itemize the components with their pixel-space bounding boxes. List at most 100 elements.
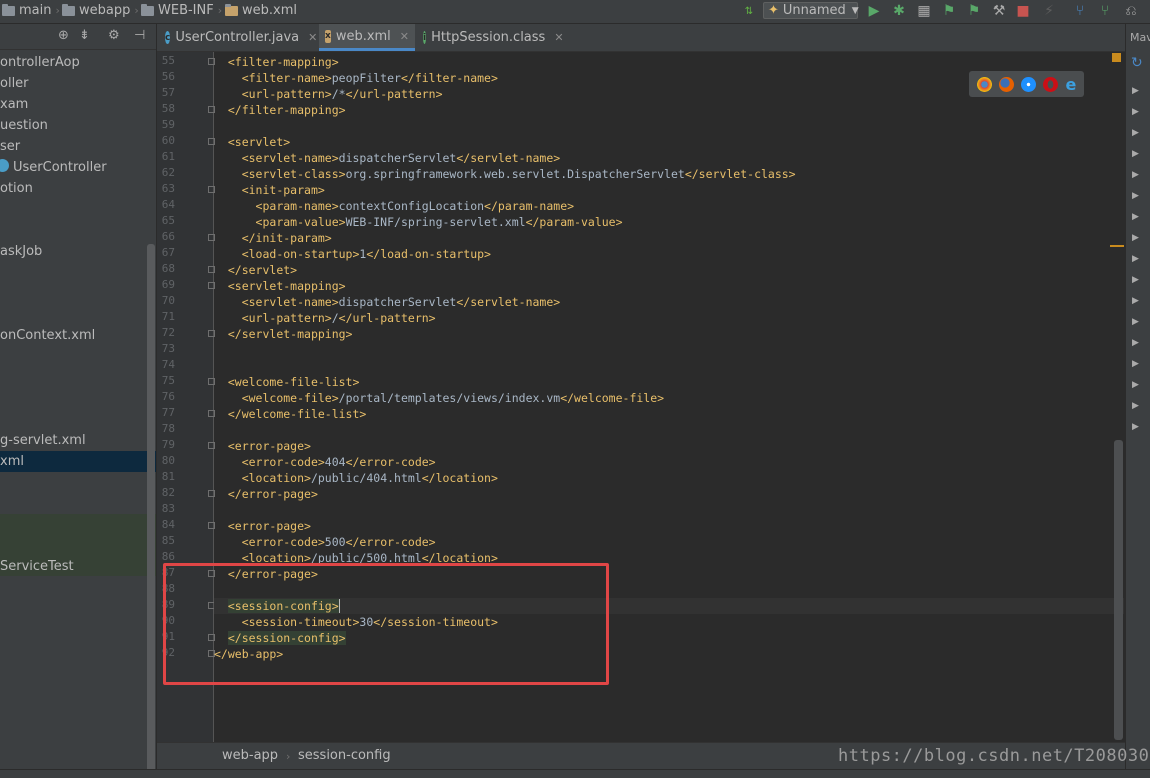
close-icon[interactable]: ✕ bbox=[554, 31, 563, 44]
xml-tag: </servlet> bbox=[227, 263, 298, 277]
opera-icon[interactable] bbox=[1043, 76, 1059, 92]
project-tree-item[interactable]: ontrollerAop bbox=[0, 52, 156, 73]
run-configuration-select[interactable]: ✦ Unnamed ▼ bbox=[763, 2, 859, 19]
code-line: <servlet-name>dispatcherServlet</servlet… bbox=[214, 294, 561, 310]
nav-crumb-webapp[interactable]: webapp › bbox=[62, 3, 139, 18]
warning-marker[interactable] bbox=[1110, 245, 1124, 247]
nav-crumb-main[interactable]: main › bbox=[2, 3, 60, 18]
gear-icon[interactable]: ⚙ bbox=[108, 28, 120, 43]
debug-icon[interactable]: ✱ bbox=[890, 2, 908, 20]
project-tree-item[interactable] bbox=[0, 409, 156, 430]
xml-closing-tag: </servlet-name> bbox=[456, 295, 561, 309]
xml-tag: </init-param> bbox=[241, 231, 332, 245]
expand-arrow-icon[interactable]: ▶ bbox=[1132, 275, 1139, 285]
project-tree-item[interactable]: oller bbox=[0, 73, 156, 94]
tab-httpsession-class[interactable]: i HttpSession.class ✕ bbox=[417, 24, 565, 51]
expand-arrow-icon[interactable]: ▶ bbox=[1132, 212, 1139, 222]
project-tree-item-selected[interactable]: xml bbox=[0, 451, 156, 472]
code-line: </filter-mapping> bbox=[214, 102, 346, 118]
xml-text: /* bbox=[331, 87, 346, 101]
line-number: 75 bbox=[161, 374, 175, 387]
history-icon[interactable]: ⎌ bbox=[1122, 2, 1140, 20]
line-number: 76 bbox=[161, 390, 175, 403]
jrebel-run-icon[interactable]: ⚑ bbox=[965, 2, 983, 20]
line-number: 63 bbox=[161, 182, 175, 195]
xml-text: 500 bbox=[324, 535, 346, 549]
xml-tag: <servlet> bbox=[227, 135, 291, 149]
vcs-update-icon[interactable]: ⑂ bbox=[1071, 2, 1089, 20]
hide-panel-icon[interactable]: ⊣ bbox=[134, 28, 145, 43]
code-line: <url-pattern>/*</url-pattern> bbox=[214, 86, 443, 102]
expand-arrow-icon[interactable]: ▶ bbox=[1132, 107, 1139, 117]
line-number: 58 bbox=[161, 102, 175, 115]
expand-arrow-icon[interactable]: ▶ bbox=[1132, 149, 1139, 159]
line-number: 73 bbox=[161, 342, 175, 355]
line-number: 62 bbox=[161, 166, 175, 179]
breadcrumb-web-app[interactable]: web-app bbox=[222, 748, 278, 763]
project-tree-item[interactable]: ser bbox=[0, 136, 156, 157]
refresh-icon[interactable]: ↻ bbox=[1131, 55, 1143, 71]
project-tree-item[interactable]: onContext.xml bbox=[0, 325, 156, 346]
editor-scrollbar[interactable] bbox=[1114, 440, 1123, 740]
line-number: 72 bbox=[161, 326, 175, 339]
expand-arrow-icon[interactable]: ▶ bbox=[1132, 191, 1139, 201]
expand-arrow-icon[interactable]: ▶ bbox=[1132, 128, 1139, 138]
project-tree-item[interactable]: xam bbox=[0, 94, 156, 115]
project-tree-item-usercontroller[interactable]: UserController bbox=[0, 157, 156, 178]
code-line: <welcome-file-list> bbox=[214, 374, 360, 390]
tab-usercontroller-java[interactable]: c UserController.java ✕ bbox=[159, 24, 319, 51]
expand-arrow-icon[interactable]: ▶ bbox=[1132, 296, 1139, 306]
collapse-icon[interactable]: ⇟ bbox=[79, 28, 90, 43]
nav-crumb-web-xml[interactable]: web.xml bbox=[225, 3, 297, 18]
profile-icon[interactable]: ⚑ bbox=[940, 2, 958, 20]
expand-arrow-icon[interactable]: ▶ bbox=[1132, 86, 1139, 96]
breadcrumb-session-config[interactable]: session-config bbox=[298, 748, 391, 763]
expand-arrow-icon[interactable]: ▶ bbox=[1132, 233, 1139, 243]
firefox-icon[interactable] bbox=[998, 76, 1014, 92]
xml-text: peopFilter bbox=[331, 71, 401, 85]
close-icon[interactable]: ✕ bbox=[400, 30, 409, 43]
expand-arrow-icon[interactable]: ▶ bbox=[1132, 338, 1139, 348]
project-scrollbar[interactable] bbox=[147, 244, 155, 777]
xml-text: org.springframework.web.servlet.Dispatch… bbox=[345, 167, 685, 181]
xml-text: /portal/templates/views/index.vm bbox=[338, 391, 561, 405]
project-tree-item[interactable]: askJob bbox=[0, 241, 156, 262]
coverage-icon[interactable]: ▦ bbox=[915, 2, 933, 20]
project-tree-item[interactable]: ServiceTest bbox=[0, 556, 156, 577]
expand-arrow-icon[interactable]: ▶ bbox=[1132, 422, 1139, 432]
xml-closing-tag: </error-code> bbox=[345, 535, 436, 549]
line-number: 71 bbox=[161, 310, 175, 323]
line-number: 61 bbox=[161, 150, 175, 163]
expand-arrow-icon[interactable]: ▶ bbox=[1132, 317, 1139, 327]
xml-closing-tag: </location> bbox=[421, 471, 498, 485]
project-tree-item[interactable]: g-servlet.xml bbox=[0, 430, 156, 451]
expand-arrow-icon[interactable]: ▶ bbox=[1132, 359, 1139, 369]
run-icon[interactable]: ▶ bbox=[865, 2, 883, 20]
sort-icon[interactable]: ⇅ bbox=[740, 2, 758, 20]
expand-arrow-icon[interactable]: ▶ bbox=[1132, 401, 1139, 411]
maven-panel-title[interactable]: Mav bbox=[1130, 31, 1150, 44]
browser-preview-popup: e bbox=[969, 71, 1084, 97]
project-tree-item[interactable]: uestion bbox=[0, 115, 156, 136]
expand-arrow-icon[interactable]: ▶ bbox=[1132, 254, 1139, 264]
expand-arrow-icon[interactable]: ▶ bbox=[1132, 380, 1139, 390]
chrome-icon[interactable] bbox=[976, 76, 992, 92]
safari-icon[interactable] bbox=[1021, 76, 1037, 92]
line-number: 64 bbox=[161, 198, 175, 211]
line-number: 86 bbox=[161, 550, 175, 563]
code-line: <servlet> bbox=[214, 134, 290, 150]
expand-arrow-icon[interactable]: ▶ bbox=[1132, 170, 1139, 180]
tab-web-xml[interactable]: x web.xml ✕ bbox=[319, 24, 415, 51]
line-number: 80 bbox=[161, 454, 175, 467]
nav-crumb-web-inf[interactable]: WEB-INF › bbox=[141, 3, 222, 18]
crosshair-icon[interactable]: ⊕ bbox=[58, 28, 69, 43]
project-tree-item[interactable]: otion bbox=[0, 178, 156, 199]
inspection-warning-icon[interactable] bbox=[1112, 53, 1121, 62]
internet-explorer-icon[interactable]: e bbox=[1065, 75, 1076, 94]
stop-icon[interactable]: ■ bbox=[1014, 2, 1032, 20]
xml-text: dispatcherServlet bbox=[338, 295, 457, 309]
build-icon[interactable]: ⚒ bbox=[990, 2, 1008, 20]
close-icon[interactable]: ✕ bbox=[308, 31, 317, 44]
vcs-commit-icon[interactable]: ⑂ bbox=[1096, 2, 1114, 20]
attach-icon[interactable]: ⚡ bbox=[1040, 2, 1058, 20]
